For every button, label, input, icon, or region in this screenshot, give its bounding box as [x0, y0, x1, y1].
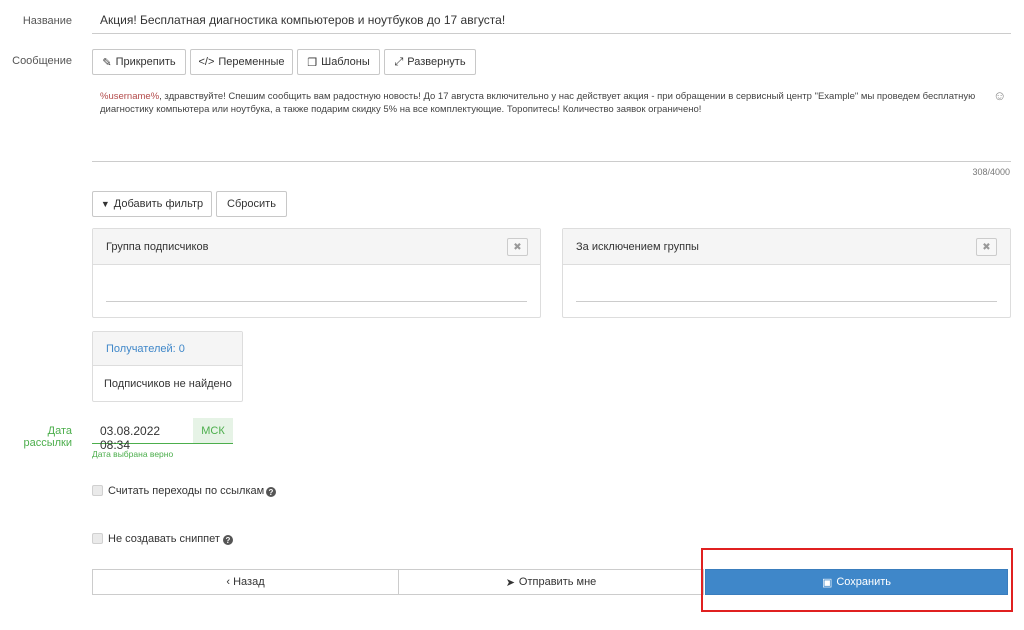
- track-links-label[interactable]: Считать переходы по ссылкам: [108, 485, 264, 497]
- date-input[interactable]: 03.08.2022 08:34: [92, 418, 193, 452]
- no-snippet-checkbox[interactable]: [92, 533, 103, 544]
- exclude-group-panel: За исключением группы ✖: [562, 228, 1011, 318]
- code-icon: </>: [198, 56, 215, 68]
- exclude-group-title: За исключением группы: [563, 229, 1010, 265]
- smiley-icon[interactable]: ☺: [993, 88, 1006, 103]
- help-icon[interactable]: ?: [223, 535, 233, 545]
- close-icon[interactable]: ✖: [976, 238, 997, 256]
- include-group-title: Группа подписчиков: [93, 229, 540, 265]
- back-label: ‹ Назад: [226, 576, 265, 588]
- char-counter: 308/4000: [972, 167, 1010, 177]
- schedule-label: Дата рассылки: [23, 425, 72, 449]
- templates-label: Шаблоны: [321, 56, 370, 68]
- expand-label: Развернуть: [407, 56, 466, 68]
- add-filter-button[interactable]: ▼ Добавить фильтр: [92, 191, 212, 217]
- include-group-select[interactable]: [106, 301, 527, 302]
- close-icon[interactable]: ✖: [507, 238, 528, 256]
- message-line-2: диагностику компьютера или ноутбука, а т…: [100, 104, 702, 115]
- recipients-panel: Получателей: 0 Подписчиков не найдено: [92, 331, 243, 402]
- campaign-name-input[interactable]: Акция! Бесплатная диагностика компьютеро…: [100, 13, 1000, 27]
- attach-label: Прикрепить: [115, 56, 176, 68]
- attach-button[interactable]: ✎ Прикрепить: [92, 49, 186, 75]
- copy-icon: ❐: [307, 56, 318, 69]
- no-snippet-label[interactable]: Не создавать сниппет: [108, 533, 220, 545]
- reset-button[interactable]: Сбросить: [216, 191, 287, 217]
- send-me-label: Отправить мне: [518, 576, 597, 588]
- highlight-box: [701, 548, 1013, 612]
- recipients-title: Получателей: 0: [93, 332, 242, 366]
- templates-button[interactable]: ❐ Шаблоны: [297, 49, 380, 75]
- date-hint: Дата выбрана верно: [92, 449, 174, 459]
- expand-icon: ⤢: [394, 55, 404, 68]
- track-links-checkbox[interactable]: [92, 485, 103, 496]
- help-icon[interactable]: ?: [266, 487, 276, 497]
- send-me-button[interactable]: ➤ Отправить мне: [398, 569, 704, 595]
- message-label: Сообщение: [12, 55, 72, 67]
- exclude-group-select[interactable]: [576, 301, 997, 302]
- name-label: Название: [22, 15, 72, 27]
- message-textarea[interactable]: %username%, здравствуйте! Спешим сообщит…: [100, 90, 980, 156]
- message-line-1: , здравствуйте! Спешим сообщить вам радо…: [159, 91, 976, 102]
- timezone-addon: МСК: [193, 418, 233, 444]
- include-group-panel: Группа подписчиков ✖: [92, 228, 541, 318]
- username-variable: %username%: [100, 91, 160, 102]
- recipients-empty: Подписчиков не найдено: [104, 378, 232, 390]
- message-underline: [92, 161, 1011, 162]
- filter-icon: ▼: [100, 199, 110, 209]
- add-filter-label: Добавить фильтр: [113, 198, 204, 210]
- paperclip-icon: ✎: [102, 56, 112, 69]
- send-icon: ➤: [505, 576, 515, 589]
- back-button[interactable]: ‹ Назад: [92, 569, 398, 595]
- name-underline: [92, 33, 1011, 34]
- variables-button[interactable]: </> Переменные: [190, 49, 293, 75]
- variables-label: Переменные: [218, 56, 285, 68]
- expand-button[interactable]: ⤢ Развернуть: [384, 49, 476, 75]
